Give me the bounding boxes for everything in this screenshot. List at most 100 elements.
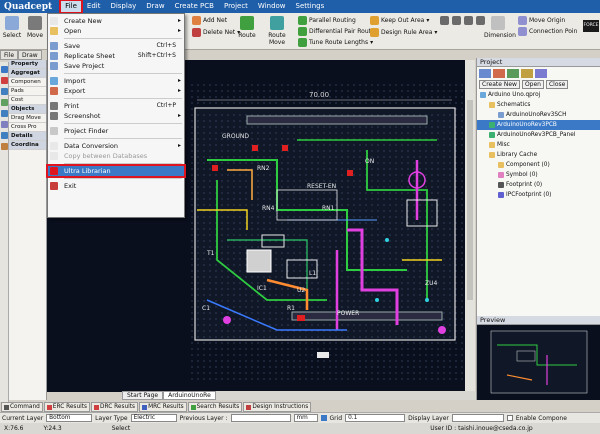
delete-net-button[interactable]: Delete Net ▾: [192, 28, 240, 37]
file-menu-item-save-project[interactable]: Save Project: [48, 61, 184, 71]
tree-item[interactable]: Symbol (0): [477, 170, 600, 180]
library-icon[interactable]: [493, 69, 505, 78]
previous-layer-field[interactable]: [230, 414, 291, 422]
tree-item[interactable]: ArduinoUnoRev3SCH: [477, 110, 600, 120]
menu-separator: [64, 163, 182, 164]
submenu-arrow-icon: ▸: [177, 112, 181, 119]
parts-icon[interactable]: [507, 69, 519, 78]
tree-item[interactable]: ArduinoUnoRev3PCB_Panel: [477, 130, 600, 140]
tab-draw[interactable]: Draw: [18, 50, 42, 60]
rect-tool-icon[interactable]: [452, 16, 461, 25]
tree-item[interactable]: IPCFootprint (0): [477, 190, 600, 200]
file-menu-item-save[interactable]: Save Ctrl+S: [48, 41, 184, 51]
tune-route-lengths-button[interactable]: Tune Route Lengths ▾: [298, 38, 373, 47]
menu-create-pcb[interactable]: Create PCB: [170, 0, 219, 13]
menu-project[interactable]: Project: [219, 0, 253, 13]
project-icon[interactable]: [479, 69, 491, 78]
tree-item[interactable]: Arduino Uno.qproj: [477, 90, 600, 100]
parallel-routing-button[interactable]: Parallel Routing: [298, 16, 356, 25]
open-button[interactable]: Open: [521, 80, 544, 89]
property-section[interactable]: Aggregat: [9, 69, 46, 78]
menu-display[interactable]: Display: [105, 0, 141, 13]
folder-icon[interactable]: [521, 69, 533, 78]
select-button[interactable]: Select: [2, 15, 22, 47]
property-row[interactable]: Drag Move: [9, 114, 46, 123]
net-icon[interactable]: [1, 88, 8, 95]
close-button[interactable]: Close: [545, 80, 569, 89]
settings-icon[interactable]: [535, 69, 547, 78]
layer-icon[interactable]: [1, 66, 8, 73]
connection-point-button[interactable]: Connection Poin: [518, 27, 577, 36]
circle-tool-icon[interactable]: [464, 16, 473, 25]
move-button[interactable]: Move: [25, 15, 45, 47]
tree-node-icon: [489, 152, 495, 158]
property-section[interactable]: Coordina: [9, 141, 46, 150]
tab-start-page[interactable]: Start Page: [122, 391, 164, 400]
file-menu-item-project-finder[interactable]: Project Finder: [48, 126, 184, 136]
design-rule-area-button[interactable]: Design Rule Area ▾: [370, 28, 437, 37]
property-row[interactable]: Componen: [9, 78, 46, 87]
layer-type-select[interactable]: Electric: [130, 414, 177, 422]
unit-select[interactable]: mm: [293, 414, 318, 422]
tab-design-instructions[interactable]: Design Instructions: [243, 402, 312, 412]
tab-erc-results[interactable]: ERC Results: [43, 402, 91, 412]
menu-file[interactable]: File: [59, 0, 83, 14]
display-layer-select[interactable]: [451, 414, 504, 422]
file-menu-item-print[interactable]: Print Ctrl+P: [48, 101, 184, 111]
filter-icon[interactable]: [1, 143, 8, 150]
tab-search-results[interactable]: Search Results: [187, 402, 243, 412]
grid-select[interactable]: 0.1: [345, 414, 406, 422]
menu-window[interactable]: Window: [253, 0, 291, 13]
tree-item[interactable]: Component (0): [477, 160, 600, 170]
add-net-button[interactable]: Add Net: [192, 16, 227, 25]
tree-item[interactable]: Schematics: [477, 100, 600, 110]
grid-checkbox[interactable]: [320, 415, 327, 421]
file-menu-item-exit[interactable]: Exit: [48, 181, 184, 191]
gear-icon[interactable]: [1, 132, 8, 139]
tab-command[interactable]: Command: [1, 402, 43, 412]
project-panel: Project Create New Open Close Arduino Un…: [476, 58, 600, 316]
property-row[interactable]: Cost: [9, 96, 46, 105]
search-icon[interactable]: [1, 110, 8, 117]
tab-arduino-pcb[interactable]: ArduinoUnoRe: [163, 391, 216, 400]
dimension-button[interactable]: Dimension: [484, 15, 516, 47]
differential-pair-button[interactable]: Differential Pair Routes: [298, 27, 378, 36]
tab-file[interactable]: File: [0, 50, 19, 60]
menu-draw[interactable]: Draw: [141, 0, 169, 13]
zoom-icon[interactable]: [1, 121, 8, 128]
tab-mrc-results[interactable]: MRC Results: [139, 402, 187, 412]
file-menu-item-replicate-sheet[interactable]: Replicate Sheet Shift+Ctrl+S: [48, 51, 184, 61]
file-menu-item-data-conversion[interactable]: Data Conversion ▸: [48, 141, 184, 151]
keep-out-area-button[interactable]: Keep Out Area ▾: [370, 16, 429, 25]
component-icon[interactable]: [1, 99, 8, 106]
line-tool-icon[interactable]: [440, 16, 449, 25]
property-row[interactable]: Pads: [9, 87, 46, 96]
enable-component-checkbox[interactable]: [506, 415, 513, 421]
property-section[interactable]: Objects: [9, 105, 46, 114]
file-menu-item-import[interactable]: Import ▸: [48, 76, 184, 86]
file-menu-item-copy-between-databases[interactable]: Copy between Databases: [48, 151, 184, 161]
highlight-icon[interactable]: [1, 77, 8, 84]
property-row[interactable]: Cross Pro: [9, 123, 46, 132]
tab-drc-results[interactable]: DRC Results: [91, 402, 139, 412]
tree-item[interactable]: ArduinoUnoRev3PCB: [477, 120, 600, 130]
file-menu-item-screenshot[interactable]: Screenshot ▸: [48, 111, 184, 121]
menu-separator: [64, 38, 182, 39]
print-icon: [50, 102, 58, 110]
file-menu-item-open[interactable]: Open ▸: [48, 26, 184, 36]
current-layer-select[interactable]: Bottom: [46, 414, 93, 422]
file-menu-item-ultra-librarian[interactable]: Ultra Librarian: [46, 164, 186, 178]
route-move-button[interactable]: Route Move: [260, 15, 294, 47]
create-new-button[interactable]: Create New: [479, 80, 520, 89]
tree-item[interactable]: Library Cache: [477, 150, 600, 160]
route-button[interactable]: Route: [238, 15, 256, 47]
menu-settings[interactable]: Settings: [291, 0, 330, 13]
property-section[interactable]: Details: [9, 132, 46, 141]
file-menu-item-create-new[interactable]: Create New ▸: [48, 16, 184, 26]
menu-edit[interactable]: Edit: [82, 0, 106, 13]
force-button[interactable]: FORCE: [583, 20, 599, 32]
file-menu-item-export[interactable]: Export ▸: [48, 86, 184, 96]
tree-item[interactable]: Misc: [477, 140, 600, 150]
tree-item[interactable]: Footprint (0): [477, 180, 600, 190]
move-origin-button[interactable]: Move Origin: [518, 16, 565, 25]
